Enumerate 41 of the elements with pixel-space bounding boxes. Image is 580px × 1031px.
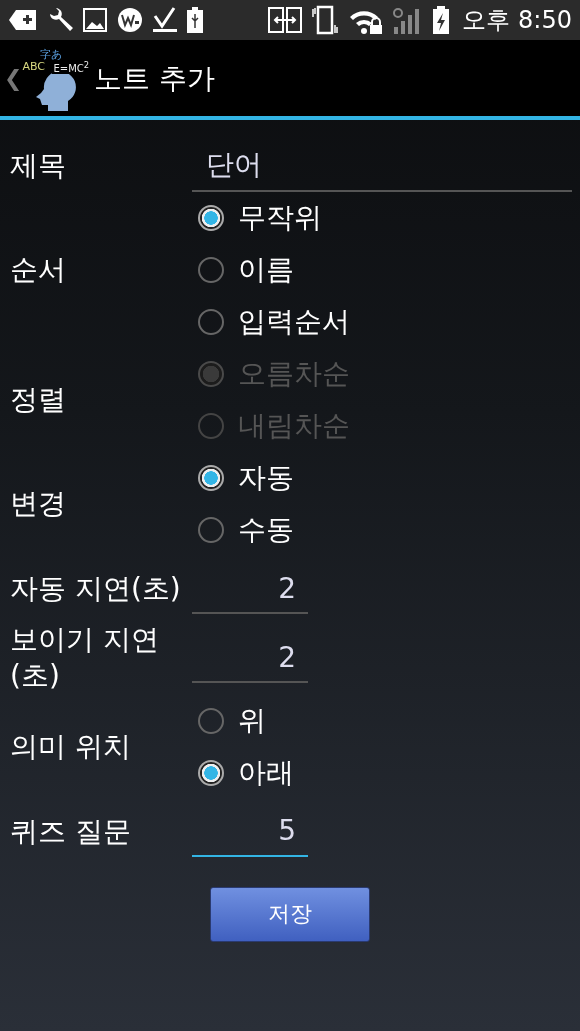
download-check-icon — [152, 6, 178, 34]
radio-label[interactable]: 수동 — [238, 511, 294, 549]
vibrate-icon — [310, 5, 341, 35]
field-label: 순서 — [10, 251, 66, 288]
radio-button[interactable] — [198, 309, 224, 335]
save-button[interactable]: 저장 — [210, 886, 370, 942]
charging-battery-icon — [432, 5, 451, 35]
number-field[interactable]: 2 — [192, 633, 308, 684]
radio-label[interactable]: 이름 — [238, 251, 294, 289]
usb-battery-icon — [186, 6, 204, 34]
field-label: 자동 지연(초) — [10, 570, 181, 607]
number-field[interactable]: 2 — [192, 564, 308, 614]
screen-mirror-icon — [268, 6, 303, 34]
field-label: 의미 위치 — [10, 728, 131, 765]
back-button[interactable]: ❮ — [0, 66, 23, 91]
screen-title: 노트 추가 — [94, 60, 216, 97]
radio-button[interactable] — [198, 257, 224, 283]
radio-label[interactable]: 무작위 — [238, 199, 322, 237]
field-label: 변경 — [10, 485, 66, 522]
text-field[interactable]: 단어 — [192, 140, 572, 192]
radio-label[interactable]: 위 — [238, 701, 266, 740]
radio-label[interactable]: 입력순서 — [238, 303, 350, 341]
radio-button[interactable] — [198, 465, 224, 491]
radio-label[interactable]: 자동 — [238, 459, 294, 497]
field-label: 정렬 — [10, 381, 66, 418]
field-label: 퀴즈 질문 — [10, 813, 131, 850]
image-icon — [82, 7, 108, 33]
hospital-tag-icon — [8, 8, 38, 32]
field-label: 제목 — [10, 147, 66, 184]
radio-label[interactable]: 아래 — [238, 753, 294, 792]
radio-button[interactable] — [198, 517, 224, 543]
logo-text: ABC — [22, 60, 45, 72]
number-field[interactable]: 5 — [192, 806, 308, 857]
field-label: 보이기 지연(초) — [10, 622, 160, 695]
clock-time: 오후 8:50 — [462, 5, 572, 36]
radio-button[interactable] — [198, 707, 224, 734]
w5-badge-icon — [116, 6, 144, 34]
logo-text: E=MC$^{2}$ — [52, 60, 91, 74]
radio-button[interactable] — [198, 759, 224, 786]
logo-text: 字あ — [40, 48, 63, 60]
radio-button[interactable] — [198, 205, 224, 231]
